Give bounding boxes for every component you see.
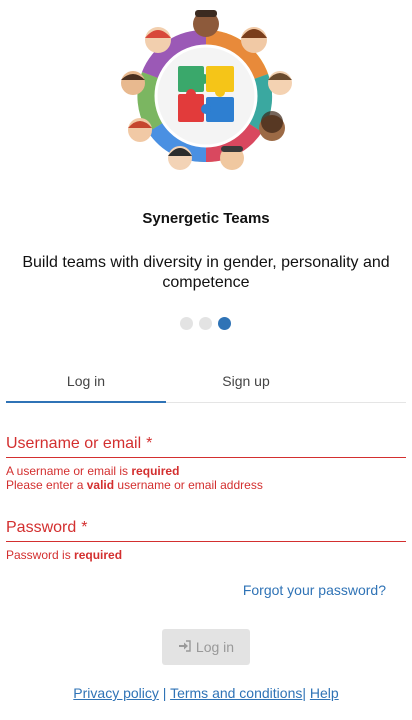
- terms-link[interactable]: Terms and conditions: [170, 685, 302, 701]
- error-text: username or email address: [114, 478, 263, 492]
- app-title: Synergetic Teams: [142, 210, 270, 227]
- carousel-dot[interactable]: [180, 317, 193, 330]
- footer-separator: |: [162, 685, 167, 701]
- avatar: [128, 118, 152, 142]
- username-error-valid: Please enter a valid username or email a…: [6, 478, 406, 492]
- required-mark: *: [81, 519, 88, 536]
- avatar: [121, 71, 145, 95]
- avatar: [145, 27, 171, 53]
- login-button[interactable]: Log in: [162, 629, 250, 665]
- help-link[interactable]: Help: [310, 685, 339, 701]
- username-field: Username or email * A username or email …: [6, 432, 406, 492]
- username-error-required: A username or email is required: [6, 464, 406, 478]
- error-text: A username or email is: [6, 464, 132, 478]
- carousel-dot[interactable]: [199, 317, 212, 330]
- required-mark: *: [146, 435, 153, 452]
- app-tagline: Build teams with diversity in gender, pe…: [22, 254, 390, 291]
- avatar: [193, 10, 219, 37]
- login-button-label: Log in: [195, 639, 235, 655]
- error-text: Password is: [6, 548, 75, 562]
- avatar: [220, 146, 244, 170]
- login-page: Synergetic Teams Build teams with divers…: [0, 0, 412, 720]
- tab-signup[interactable]: Sign up: [166, 360, 326, 402]
- sign-in-icon: [178, 639, 191, 655]
- team-illustration-graphic: [121, 10, 292, 170]
- error-emphasis: required: [74, 548, 123, 562]
- logo-plate: [154, 44, 258, 148]
- forgot-password-link[interactable]: Forgot your password?: [243, 582, 386, 598]
- username-label: Username or email: [6, 435, 142, 452]
- avatar: [168, 146, 192, 170]
- carousel-dot-active[interactable]: [218, 317, 231, 330]
- password-input[interactable]: Password *: [6, 516, 406, 542]
- team-illustration: [0, 0, 412, 190]
- tab-login[interactable]: Log in: [6, 360, 166, 403]
- footer-separator: |: [302, 685, 306, 701]
- auth-tabs: Log in Sign up: [6, 360, 406, 403]
- password-error-required: Password is required: [6, 548, 406, 562]
- footer-links: Privacy policy | Terms and conditions| H…: [0, 685, 412, 701]
- error-emphasis: required: [131, 464, 180, 478]
- privacy-policy-link[interactable]: Privacy policy: [73, 685, 159, 701]
- carousel-indicators: [180, 317, 231, 330]
- username-input[interactable]: Username or email *: [6, 432, 406, 458]
- error-text: Please enter a: [6, 478, 87, 492]
- avatar: [241, 27, 267, 53]
- password-field: Password * Password is required: [6, 516, 406, 562]
- error-emphasis: valid: [86, 478, 115, 492]
- avatar: [268, 71, 292, 95]
- password-label: Password: [6, 519, 77, 536]
